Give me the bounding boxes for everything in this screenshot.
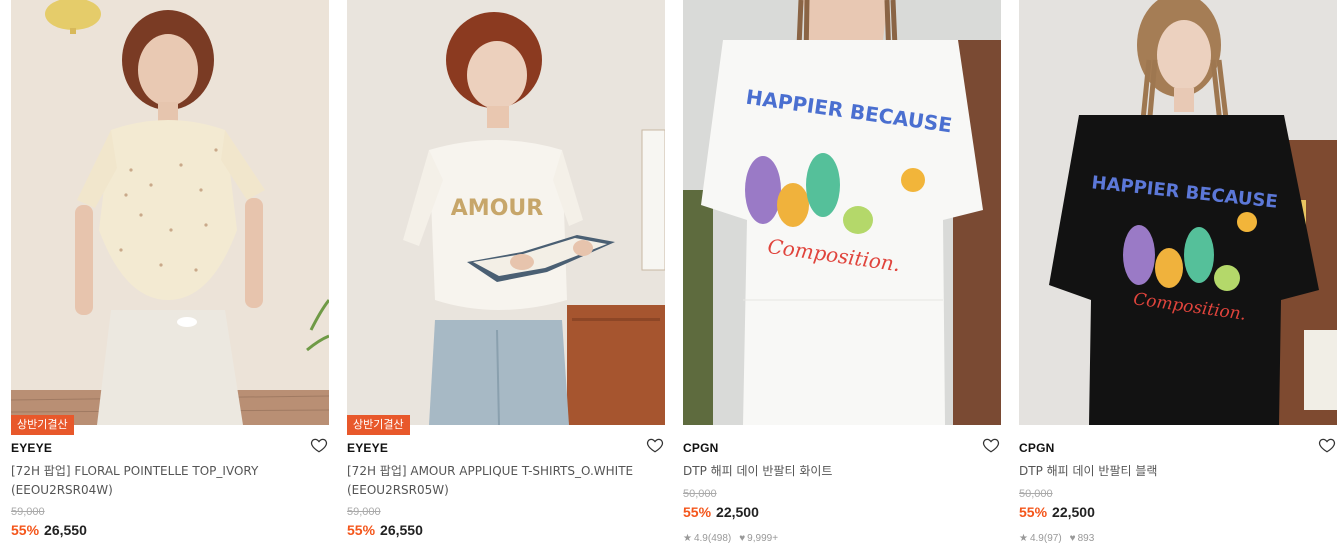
discount-rate: 55% (683, 504, 712, 520)
original-price: 50,000 (683, 488, 717, 500)
product-name-line2: (EEOU2RSR05W) (347, 483, 449, 497)
price-value: 26,550 (44, 522, 87, 538)
product-image[interactable]: HAPPIER BECAUSE Composition. (683, 0, 1001, 425)
original-price: 59,000 (347, 506, 381, 518)
brand-name[interactable]: EYEYE (347, 441, 388, 455)
discount-rate: 55% (11, 522, 40, 538)
review-count: (498) (707, 533, 732, 544)
rating: 4.9 (693, 533, 708, 544)
original-price: 59,000 (11, 506, 45, 518)
product-name-line1: DTP 해피 데이 반팔티 화이트 (683, 464, 833, 478)
review-count: (97) (1043, 533, 1062, 544)
product-card[interactable]: 상반기결산 EYEYE [72H 팝업] FLORAL POINTELLE TO… (11, 0, 329, 544)
heart-outline-icon[interactable] (982, 436, 1000, 454)
sale-price: 55% 26,550 (11, 522, 87, 538)
print-amour: AMOUR (451, 196, 543, 221)
heart-small-icon: ♥ (739, 533, 746, 544)
brand-name[interactable]: EYEYE (11, 441, 52, 455)
brand-name[interactable]: CPGN (1019, 441, 1054, 455)
product-name-line1: [72H 팝업] FLORAL POINTELLE TOP_IVORY (11, 464, 259, 478)
product-name[interactable]: DTP 해피 데이 반팔티 화이트 (683, 462, 983, 481)
heart-small-icon: ♥ (1069, 533, 1076, 544)
discount-rate: 55% (1019, 504, 1048, 520)
product-card[interactable]: HAPPIER BECAUSE Composition. CPGN DTP 해피… (1019, 0, 1337, 544)
promo-badge: 상반기결산 (347, 415, 410, 435)
product-card[interactable]: AMOUR 상반기결산 EYEYE [72H 팝업] AMOUR APPLIQU… (347, 0, 665, 544)
sale-price: 55% 22,500 (683, 504, 759, 520)
sale-price: 55% 26,550 (347, 522, 423, 538)
star-icon: ★ (683, 533, 692, 544)
product-image[interactable]: HAPPIER BECAUSE Composition. (1019, 0, 1337, 425)
product-name[interactable]: [72H 팝업] AMOUR APPLIQUE T-SHIRTS_O.WHITE… (347, 462, 647, 500)
product-name[interactable]: DTP 해피 데이 반팔티 블랙 (1019, 462, 1319, 481)
product-image[interactable] (11, 0, 329, 425)
product-image[interactable]: AMOUR (347, 0, 665, 425)
product-name-line1: DTP 해피 데이 반팔티 블랙 (1019, 464, 1158, 478)
rating: 4.9 (1029, 533, 1044, 544)
product-grid: 상반기결산 EYEYE [72H 팝업] FLORAL POINTELLE TO… (11, 0, 1341, 544)
price-value: 22,500 (1052, 504, 1095, 520)
original-price: 50,000 (1019, 488, 1053, 500)
product-name[interactable]: [72H 팝업] FLORAL POINTELLE TOP_IVORY (EEO… (11, 462, 311, 500)
promo-badge: 상반기결산 (11, 415, 74, 435)
heart-outline-icon[interactable] (646, 436, 664, 454)
heart-outline-icon[interactable] (1318, 436, 1336, 454)
like-count: 893 (1077, 533, 1095, 544)
discount-rate: 55% (347, 522, 376, 538)
like-count: 9,999+ (747, 533, 779, 544)
brand-name[interactable]: CPGN (683, 441, 718, 455)
product-stats: ★ 4.9(498) ♥ 9,999+ (683, 533, 778, 544)
star-icon: ★ (1019, 533, 1028, 544)
price-value: 26,550 (380, 522, 423, 538)
product-name-line1: [72H 팝업] AMOUR APPLIQUE T-SHIRTS_O.WHITE (347, 464, 634, 478)
product-name-line2: (EEOU2RSR04W) (11, 483, 113, 497)
price-value: 22,500 (716, 504, 759, 520)
heart-outline-icon[interactable] (310, 436, 328, 454)
product-stats: ★ 4.9(97) ♥ 893 (1019, 533, 1094, 544)
sale-price: 55% 22,500 (1019, 504, 1095, 520)
product-card[interactable]: HAPPIER BECAUSE Composition. CPGN DTP 해피… (683, 0, 1001, 544)
